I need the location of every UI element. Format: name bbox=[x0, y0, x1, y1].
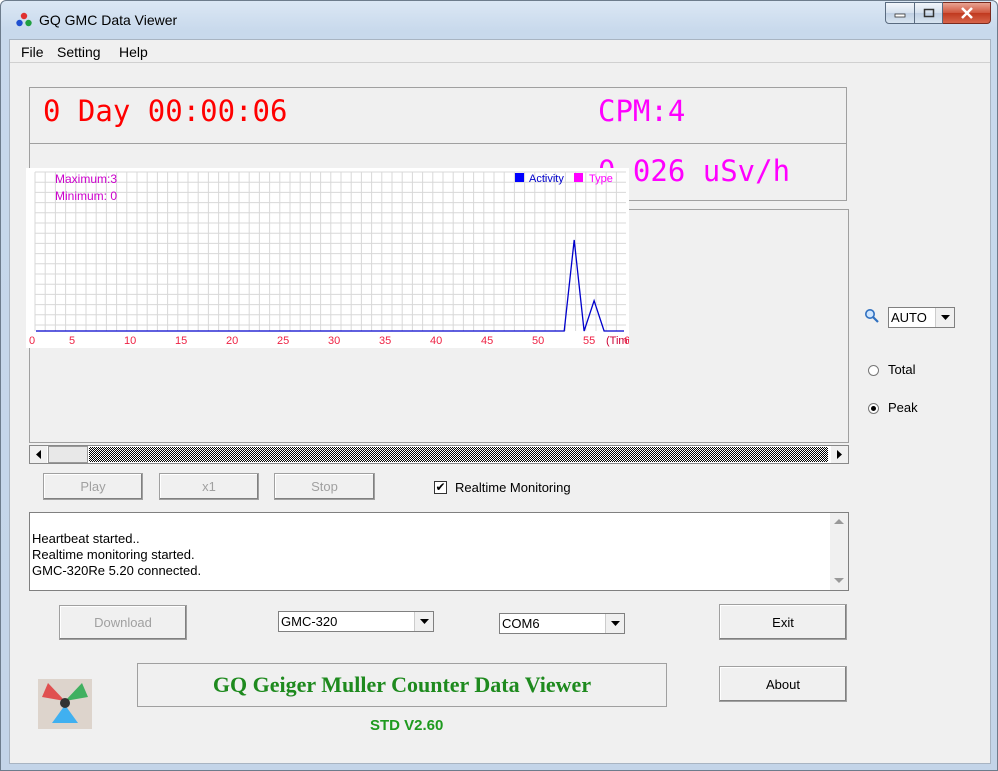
menu-file[interactable]: File bbox=[21, 44, 44, 60]
scroll-thumb[interactable] bbox=[48, 446, 88, 463]
scroll-up-icon[interactable] bbox=[834, 518, 844, 525]
log-vertical-scrollbar[interactable] bbox=[830, 513, 848, 590]
legend-type-swatch bbox=[574, 173, 583, 182]
about-button[interactable]: About bbox=[719, 666, 847, 702]
x-tick-label: 40 bbox=[430, 335, 442, 347]
peak-radio-label: Peak bbox=[888, 400, 918, 415]
realtime-monitoring-label: Realtime Monitoring bbox=[455, 480, 571, 495]
app-banner: GQ Geiger Muller Counter Data Viewer bbox=[137, 663, 667, 707]
log-textbox[interactable]: Heartbeat started.. Realtime monitoring … bbox=[29, 512, 849, 591]
gq-logo-icon bbox=[38, 679, 92, 729]
scroll-left-button[interactable] bbox=[30, 446, 47, 463]
minimize-button[interactable] bbox=[885, 2, 915, 24]
model-select-value: GMC-320 bbox=[281, 614, 338, 629]
scroll-down-icon[interactable] bbox=[834, 577, 844, 584]
window-title: GQ GMC Data Viewer bbox=[39, 12, 178, 28]
speed-button[interactable]: x1 bbox=[159, 473, 259, 500]
x-tick-labels: 0510152025303540455055(Time)6 bbox=[29, 335, 637, 347]
x-tick-label: 25 bbox=[277, 335, 289, 347]
chevron-down-icon bbox=[940, 314, 950, 320]
close-button[interactable] bbox=[943, 2, 991, 24]
scroll-track[interactable] bbox=[89, 447, 828, 462]
legend-type-label: Type bbox=[589, 173, 613, 185]
x-tick-label: 10 bbox=[124, 335, 136, 347]
x-tick-label: 35 bbox=[379, 335, 391, 347]
stop-button[interactable]: Stop bbox=[274, 473, 375, 500]
log-line: Heartbeat started.. bbox=[32, 531, 140, 546]
total-radio-label: Total bbox=[888, 362, 916, 377]
zoom-magnifier-icon bbox=[865, 309, 879, 323]
maximize-icon bbox=[923, 8, 934, 18]
x-tick-label: 6 bbox=[624, 335, 629, 347]
exit-button[interactable]: Exit bbox=[719, 604, 847, 640]
client-area: File Setting Help 0 Day 00:00:06 CPM:4 0… bbox=[9, 39, 991, 764]
chart-minimum-label: Minimum: 0 bbox=[55, 189, 117, 203]
x-tick-label: 5 bbox=[69, 335, 75, 347]
close-icon bbox=[960, 7, 973, 19]
realtime-monitoring-checkbox[interactable]: ✔ bbox=[434, 481, 447, 494]
peak-radio[interactable] bbox=[868, 403, 879, 414]
elapsed-timer: 0 Day 00:00:06 bbox=[43, 94, 288, 128]
port-select[interactable]: COM6 bbox=[499, 613, 625, 634]
caption-buttons bbox=[885, 2, 991, 24]
minimize-icon bbox=[894, 13, 906, 18]
x-tick-label: 55 bbox=[583, 335, 595, 347]
chart-grid bbox=[34, 171, 626, 331]
x-tick-label: 20 bbox=[226, 335, 238, 347]
menu-help[interactable]: Help bbox=[119, 44, 148, 60]
app-window: GQ GMC Data Viewer File Setting Help 0 D… bbox=[0, 0, 998, 771]
chevron-down-icon bbox=[419, 618, 429, 624]
cpm-readout: CPM:4 bbox=[598, 94, 686, 128]
chart-maximum-label: Maximum:3 bbox=[55, 172, 117, 186]
legend-activity-swatch bbox=[515, 173, 524, 182]
x-tick-label: 45 bbox=[481, 335, 493, 347]
x-tick-label: 50 bbox=[532, 335, 544, 347]
title-bar: GQ GMC Data Viewer bbox=[1, 1, 997, 37]
scroll-left-icon bbox=[36, 450, 41, 459]
play-button[interactable]: Play bbox=[43, 473, 143, 500]
total-radio[interactable] bbox=[868, 365, 879, 376]
menu-setting[interactable]: Setting bbox=[57, 44, 101, 60]
chart-horizontal-scrollbar[interactable] bbox=[29, 445, 849, 464]
x-tick-label: 30 bbox=[328, 335, 340, 347]
model-dropdown-button[interactable] bbox=[414, 612, 433, 631]
port-dropdown-button[interactable] bbox=[605, 614, 624, 633]
peak-radio-selected-dot bbox=[871, 406, 876, 411]
maximize-button[interactable] bbox=[915, 2, 943, 24]
legend-activity-label: Activity bbox=[529, 173, 564, 185]
zoom-dropdown-button[interactable] bbox=[935, 308, 954, 327]
panel-divider bbox=[30, 143, 846, 144]
x-tick-label: 0 bbox=[29, 335, 35, 347]
app-logo-icon bbox=[16, 12, 32, 27]
model-select[interactable]: GMC-320 bbox=[278, 611, 434, 632]
menu-bar: File Setting Help bbox=[10, 40, 990, 63]
download-button[interactable]: Download bbox=[59, 605, 187, 640]
log-line: Realtime monitoring started. bbox=[32, 547, 195, 562]
zoom-select-value: AUTO bbox=[891, 310, 927, 325]
x-tick-label: 15 bbox=[175, 335, 187, 347]
zoom-select[interactable]: AUTO bbox=[888, 307, 955, 328]
log-line: GMC-320Re 5.20 connected. bbox=[32, 563, 202, 578]
chart-svg: Maximum:3 Minimum: 0 Activity Type 0 5 10 1… bbox=[29, 171, 637, 347]
chevron-down-icon bbox=[610, 620, 620, 626]
activity-chart: Maximum:3 Minimum: 0 Activity Type 0 5 10 1… bbox=[26, 168, 637, 348]
scroll-right-button[interactable] bbox=[831, 446, 848, 463]
scroll-right-icon bbox=[837, 450, 842, 459]
version-label: STD V2.60 bbox=[370, 717, 444, 734]
port-select-value: COM6 bbox=[502, 616, 540, 631]
